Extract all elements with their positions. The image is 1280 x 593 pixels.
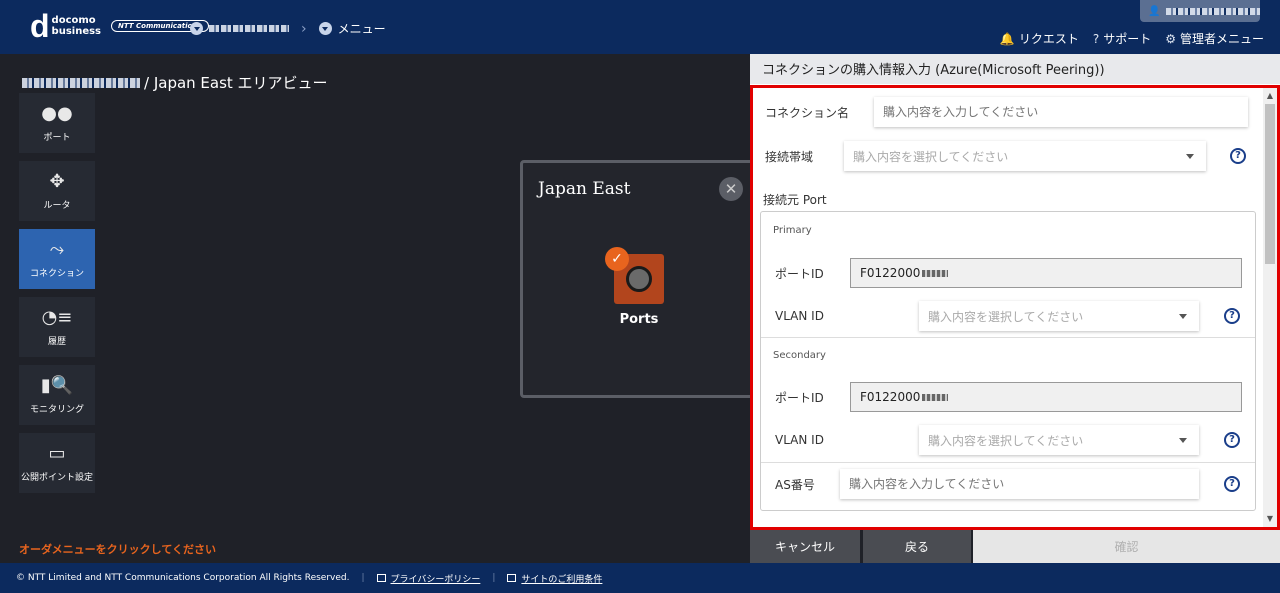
- top-nav: 🔔 リクエスト ? サポート ⚙ 管理者メニュー: [986, 30, 1264, 47]
- secondary-heading: Secondary: [773, 350, 826, 361]
- section-divider: [761, 462, 1255, 463]
- scroll-up-icon[interactable]: ▲: [1263, 89, 1277, 103]
- as-number-label: AS番号: [775, 477, 815, 492]
- region-title: Japan East: [538, 179, 631, 199]
- bandwidth-select[interactable]: 購入内容を選択してください: [844, 141, 1206, 171]
- primary-vlan-label: VLAN ID: [775, 309, 824, 323]
- chevron-down-icon[interactable]: [318, 22, 332, 35]
- connection-name-row: コネクション名: [765, 97, 1248, 127]
- history-icon: ◔≡: [41, 306, 73, 328]
- secondary-port-id-field: F0122000: [850, 382, 1242, 412]
- nav-support[interactable]: ? サポート: [1093, 30, 1151, 47]
- secondary-port-id-label: ポートID: [775, 390, 824, 405]
- monitoring-icon: ▮🔍: [40, 374, 74, 396]
- purchase-form: コネクション名 接続帯域 購入内容を選択してください ? 接続元 Port Pr…: [750, 85, 1280, 530]
- privacy-policy-link[interactable]: プライバシーポリシー: [376, 572, 480, 585]
- help-icon[interactable]: ?: [1224, 432, 1240, 448]
- connection-icon: ⤳: [49, 238, 65, 260]
- chevron-right-icon: ›: [301, 20, 307, 37]
- secondary-vlan-row: VLAN ID 購入内容を選択してください ?: [775, 425, 1240, 455]
- bandwidth-row: 接続帯域 購入内容を選択してください ?: [765, 141, 1246, 171]
- panel-title: コネクションの購入情報入力 (Azure(Microsoft Peering)): [750, 54, 1280, 84]
- sidebar-item-connection[interactable]: ⤳ コネクション: [19, 229, 95, 289]
- port-icon: ●●: [41, 102, 73, 124]
- check-icon: ✓: [605, 247, 629, 271]
- logo-wordmark: docomo business: [51, 15, 102, 37]
- primary-port-id-row: ポートID F0122000: [775, 258, 1242, 288]
- user-icon: 👤: [1148, 5, 1161, 17]
- port-ring-icon: [626, 266, 652, 292]
- menu-link[interactable]: メニュー: [338, 20, 386, 37]
- public-point-icon: ▭: [48, 442, 66, 464]
- order-hint-message: オーダメニューをクリックしてください: [19, 543, 217, 556]
- close-icon[interactable]: ✕: [719, 177, 743, 201]
- primary-port-id-field: F0122000: [850, 258, 1242, 288]
- page-title: / Japan East エリアビュー: [22, 72, 328, 93]
- scroll-thumb[interactable]: [1265, 104, 1275, 264]
- action-bar: キャンセル 戻る 確認: [750, 530, 1280, 563]
- sidebar: ●● ポート ✥ ルータ ⤳ コネクション ◔≡ 履歴 ▮🔍 モニタリング ▭ …: [19, 93, 95, 501]
- sidebar-item-history[interactable]: ◔≡ 履歴: [19, 297, 95, 357]
- external-link-icon: [376, 574, 386, 582]
- user-account[interactable]: 👤: [1140, 0, 1260, 22]
- ports-label: Ports: [619, 312, 659, 327]
- nav-admin-menu[interactable]: ⚙ 管理者メニュー: [1165, 30, 1264, 47]
- help-icon[interactable]: ?: [1224, 476, 1240, 492]
- external-link-icon: [507, 574, 517, 582]
- cancel-button[interactable]: キャンセル: [750, 530, 860, 563]
- secondary-vlan-select[interactable]: 購入内容を選択してください: [919, 425, 1199, 455]
- router-icon: ✥: [49, 170, 65, 192]
- copyright: © NTT Limited and NTT Communications Cor…: [16, 573, 350, 583]
- connection-name-input[interactable]: [874, 97, 1248, 127]
- bell-icon: 🔔: [999, 31, 1015, 46]
- as-number-row: AS番号 ?: [775, 469, 1240, 499]
- region-card: Japan East ✕ ✓ Ports: [520, 160, 760, 398]
- gear-icon: ⚙: [1165, 31, 1176, 46]
- back-button[interactable]: 戻る: [863, 530, 971, 563]
- primary-heading: Primary: [773, 225, 812, 236]
- logo-mark: d: [30, 8, 50, 44]
- primary-vlan-select[interactable]: 購入内容を選択してください: [919, 301, 1199, 331]
- scroll-down-icon[interactable]: ▼: [1263, 512, 1277, 526]
- tenant-name-redacted: [22, 77, 140, 88]
- sidebar-item-public-point[interactable]: ▭ 公開ポイント設定: [19, 433, 95, 493]
- sidebar-item-monitoring[interactable]: ▮🔍 モニタリング: [19, 365, 95, 425]
- help-icon[interactable]: ?: [1230, 148, 1246, 164]
- bandwidth-label: 接続帯域: [765, 149, 814, 164]
- terms-link[interactable]: サイトのご利用条件: [507, 572, 602, 585]
- as-number-input[interactable]: [840, 469, 1199, 499]
- top-header: d docomo business NTT Communications › メ…: [0, 0, 1280, 54]
- primary-vlan-row: VLAN ID 購入内容を選択してください ?: [775, 301, 1240, 331]
- nav-request[interactable]: 🔔 リクエスト: [1000, 30, 1079, 47]
- chevron-down-icon[interactable]: [190, 22, 203, 35]
- primary-port-id-label: ポートID: [775, 266, 824, 281]
- form-scrollbar[interactable]: ▲ ▼: [1263, 88, 1277, 527]
- source-port-section: Primary ポートID F0122000 VLAN ID 購入内容を選択して…: [760, 211, 1256, 511]
- confirm-button[interactable]: 確認: [973, 530, 1280, 563]
- purchase-panel: コネクションの購入情報入力 (Azure(Microsoft Peering))…: [750, 54, 1280, 530]
- help-icon[interactable]: ?: [1224, 308, 1240, 324]
- user-name-redacted: [1166, 7, 1260, 15]
- secondary-vlan-label: VLAN ID: [775, 433, 824, 447]
- help-circle-icon: ?: [1092, 31, 1100, 46]
- docomo-business-logo[interactable]: d docomo business NTT Communications: [30, 8, 209, 44]
- section-divider: [761, 337, 1255, 338]
- sidebar-item-port[interactable]: ●● ポート: [19, 93, 95, 153]
- sidebar-item-router[interactable]: ✥ ルータ: [19, 161, 95, 221]
- breadcrumb: › メニュー: [190, 20, 386, 37]
- footer: © NTT Limited and NTT Communications Cor…: [0, 563, 1280, 593]
- connection-name-label: コネクション名: [765, 105, 850, 120]
- source-port-heading: 接続元 Port: [763, 193, 827, 207]
- secondary-port-id-row: ポートID F0122000: [775, 382, 1242, 412]
- tenant-name-redacted[interactable]: [209, 25, 289, 32]
